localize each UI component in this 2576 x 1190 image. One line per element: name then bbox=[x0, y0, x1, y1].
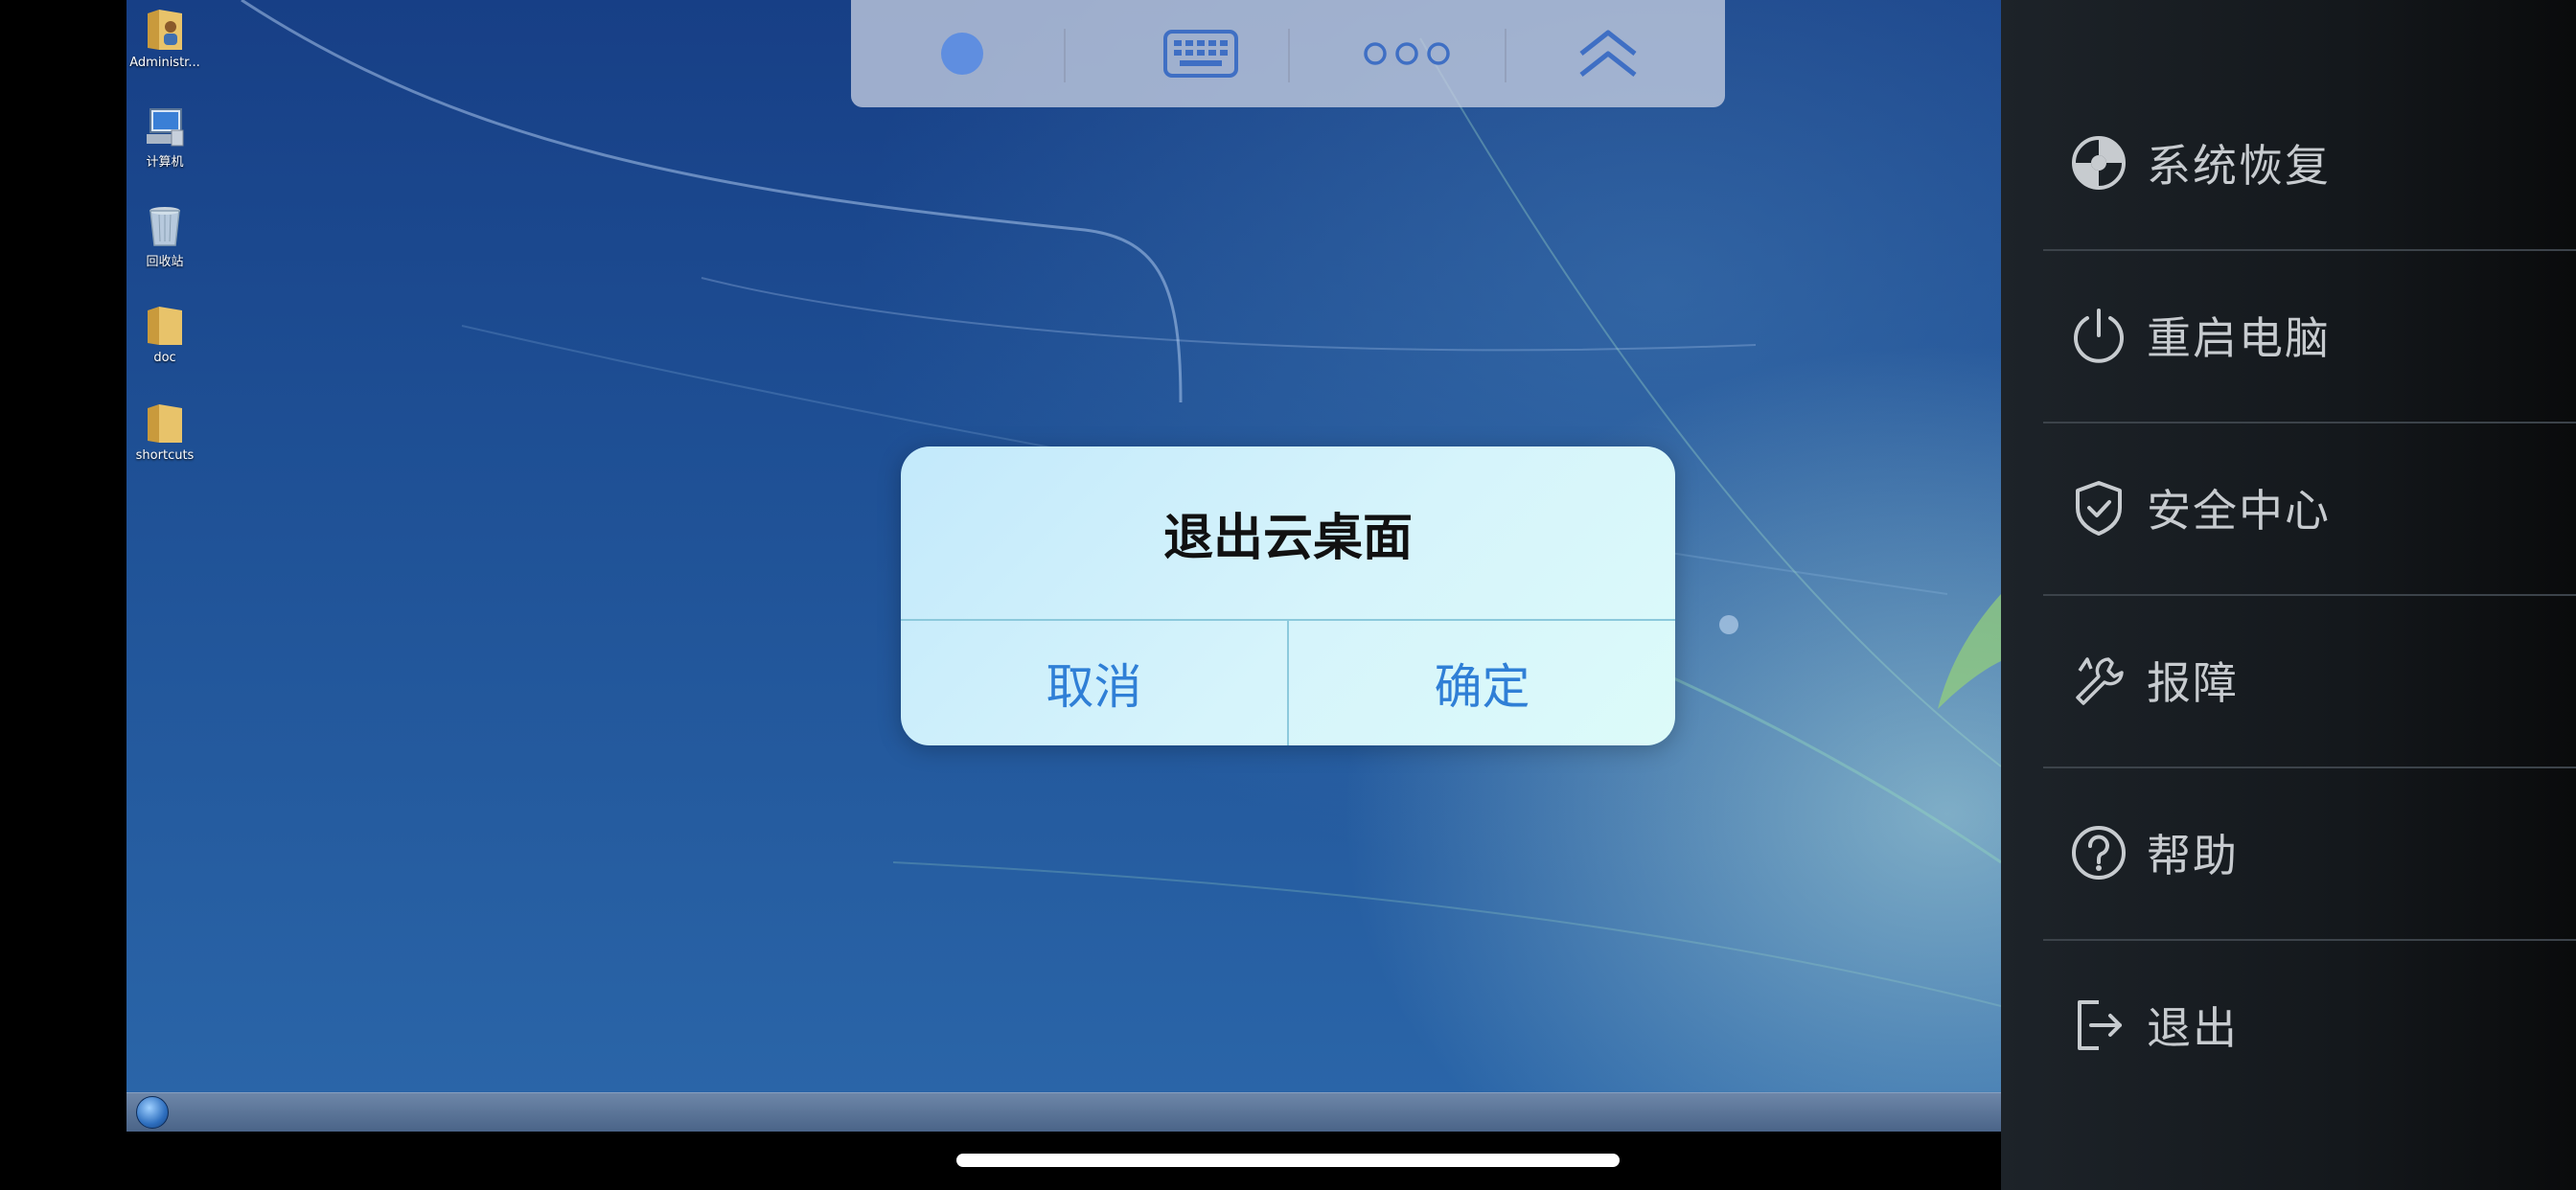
remote-toolbar bbox=[851, 0, 1725, 107]
repair-wrench-icon bbox=[2076, 657, 2124, 705]
menu-item-label: 帮助 bbox=[2147, 830, 2239, 881]
desktop-icon-label: 计算机 bbox=[146, 155, 184, 170]
exit-icon bbox=[2078, 1000, 2122, 1050]
power-icon bbox=[2074, 309, 2124, 363]
toolbar-keyboard-button[interactable] bbox=[1129, 0, 1273, 107]
desktop-icon-computer[interactable]: 计算机 bbox=[126, 105, 203, 170]
exit-dialog: 退出云桌面 取消 确定 bbox=[901, 446, 1675, 745]
user-folder-icon bbox=[148, 10, 182, 50]
dialog-title: 退出云桌面 bbox=[1162, 509, 1413, 567]
menu-item-system-restore[interactable]: 系统恢复 bbox=[2043, 77, 2576, 249]
desktop-icon-label: shortcuts bbox=[135, 448, 195, 463]
home-indicator[interactable] bbox=[956, 1154, 1620, 1167]
desktop-icon-administrator[interactable]: Administr... bbox=[126, 6, 203, 70]
toolbar-circle-button[interactable] bbox=[908, 0, 1016, 107]
desktop-icon-doc[interactable]: doc bbox=[126, 303, 203, 365]
menu-item-help[interactable]: 帮助 bbox=[2043, 767, 2576, 939]
menu-item-label: 退出 bbox=[2147, 1002, 2239, 1054]
circle-icon bbox=[941, 33, 983, 75]
desktop-icon-shortcuts[interactable]: shortcuts bbox=[126, 400, 203, 463]
desktop-icon-recycle-bin[interactable]: 回收站 bbox=[126, 203, 203, 269]
menu-item-label: 重启电脑 bbox=[2147, 312, 2331, 364]
start-button[interactable] bbox=[136, 1096, 169, 1129]
toolbar-more-button[interactable] bbox=[1330, 0, 1484, 107]
system-restore-icon bbox=[2072, 136, 2126, 190]
keyboard-icon bbox=[1163, 30, 1238, 78]
shield-icon bbox=[2076, 481, 2122, 536]
help-icon bbox=[2072, 826, 2126, 880]
desktop-icon-label: 回收站 bbox=[146, 255, 184, 269]
menu-item-restart[interactable]: 重启电脑 bbox=[2043, 249, 2576, 422]
menu-item-exit[interactable]: 退出 bbox=[2043, 939, 2576, 1111]
menu-item-label: 系统恢复 bbox=[2147, 140, 2331, 192]
taskbar bbox=[126, 1092, 2001, 1132]
cancel-button[interactable]: 取消 bbox=[901, 621, 1287, 745]
menu-item-report-fault[interactable]: 报障 bbox=[2043, 594, 2576, 767]
confirm-button[interactable]: 确定 bbox=[1289, 621, 1675, 745]
computer-icon bbox=[147, 108, 184, 147]
desktop-icon-label: doc bbox=[153, 351, 176, 365]
menu-item-label: 报障 bbox=[2147, 657, 2239, 709]
desktop-icon-label: Administr... bbox=[129, 56, 200, 70]
folder-icon bbox=[148, 404, 182, 443]
recycle-bin-icon bbox=[150, 207, 180, 246]
toolbar-separator bbox=[1505, 29, 1506, 82]
toolbar-collapse-button[interactable] bbox=[1541, 0, 1675, 107]
more-dots-icon bbox=[1364, 42, 1450, 65]
chevron-up-icon bbox=[1579, 30, 1637, 77]
folder-icon bbox=[148, 307, 182, 345]
toolbar-separator bbox=[1064, 29, 1066, 82]
menu-item-security-center[interactable]: 安全中心 bbox=[2043, 422, 2576, 594]
menu-item-label: 安全中心 bbox=[2147, 485, 2331, 537]
toolbar-separator bbox=[1288, 29, 1290, 82]
